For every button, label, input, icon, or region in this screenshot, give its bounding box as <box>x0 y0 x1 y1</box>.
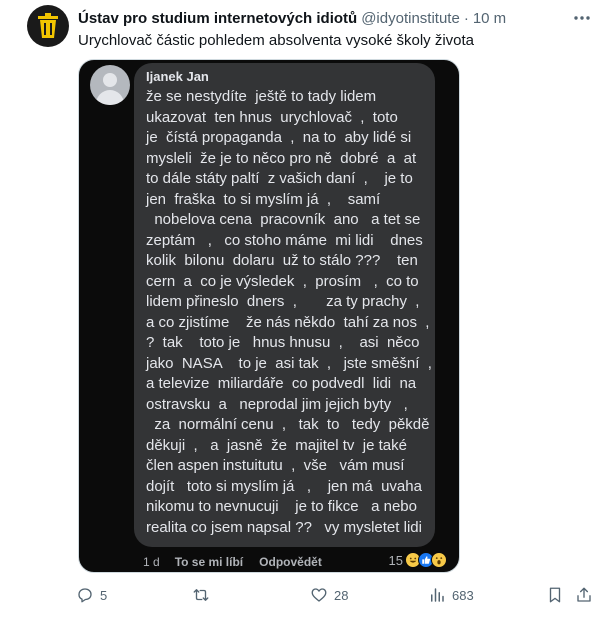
commenter-name: Ijanek Jan <box>146 69 209 84</box>
comment-line: jen fraška to si myslím já , samí <box>146 190 381 208</box>
retweet-button[interactable] <box>192 586 216 604</box>
comment-line: lidem přineslo dners , za ty prachy , <box>146 293 420 310</box>
bookmark-icon <box>549 587 561 603</box>
comment-line: realita co jsem napsal ?? vy mysletet li… <box>146 518 422 536</box>
avatar-body-shape <box>96 90 124 105</box>
author-name[interactable]: Ústav pro studium internetových idiotů <box>78 10 357 27</box>
comment-line: dojít toto si myslím já , jen má uvaha <box>146 477 422 495</box>
view-count: 683 <box>452 587 474 603</box>
more-options-button[interactable] <box>572 8 592 28</box>
comment-line: to dále státy paltí z vašich daní , je t… <box>146 170 413 187</box>
trash-bin-logo-icon <box>38 13 58 38</box>
comment-actions: 1 d To se mi líbí Odpovědět 15 <box>143 552 453 572</box>
wow-reaction-icon <box>431 552 447 568</box>
comment-line: cern a co je výsledek , prosím , co to <box>146 272 419 290</box>
comment-line: jako NASA to je asi tak , jste směšní , <box>146 354 432 372</box>
comment-line: ostravsku a neprodal jim jejich byty , <box>146 395 408 413</box>
comment-text: že se nestydíte ještě to tady lidem ukazo… <box>146 87 432 538</box>
comment-line: mysleli že je to něco pro ně dobré a at <box>146 149 417 167</box>
comment-line: a televize miliardáře co podvedl lidi na <box>146 375 417 392</box>
more-dots-icon <box>574 16 590 20</box>
comment-line: že se nestydíte ještě to tady lidem <box>146 88 377 105</box>
comment-time: 1 d <box>143 555 160 569</box>
bookmark-button[interactable] <box>546 586 564 604</box>
like-button[interactable]: 28 <box>310 586 348 604</box>
reply-button[interactable]: 5 <box>76 586 107 604</box>
share-icon <box>577 587 591 602</box>
engagement-bar: 5 28 683 <box>72 584 596 606</box>
reaction-summary: 15 <box>389 552 447 568</box>
comment-line: a co zjistíme že nás někdo tahí za nos , <box>146 313 430 331</box>
comment-line: člen aspen instuitutu , vše vám musí <box>146 457 405 474</box>
tweet: Ústav pro studium internetových idiotů @… <box>0 0 606 622</box>
comment-line: je čístá propaganda , na to aby lidé si <box>146 129 412 146</box>
comment-line: nobelova cena pracovník ano a tet se <box>146 211 421 228</box>
avatar-head-shape <box>103 73 117 87</box>
post-time[interactable]: 10 m <box>473 10 506 27</box>
heart-icon <box>311 588 327 602</box>
commenter-avatar <box>90 65 130 105</box>
comment-line: za normální cenu , tak to tedy pěkdě <box>146 416 430 433</box>
share-button[interactable] <box>575 586 593 604</box>
bar-chart-icon <box>431 588 444 602</box>
reaction-count: 15 <box>388 552 403 568</box>
like-count: 28 <box>334 587 349 603</box>
comment-line: zeptám , co stoho máme mi lidi dnes <box>146 231 423 249</box>
comment-bubble: Ijanek Jan že se nestydíte ještě to tady… <box>134 63 435 547</box>
reply-icon <box>78 588 92 603</box>
comment-reply-link: Odpovědět <box>259 555 322 569</box>
author-avatar[interactable] <box>27 5 69 47</box>
separator-dot: · <box>463 9 469 27</box>
attached-image[interactable]: Ijanek Jan že se nestydíte ještě to tady… <box>78 59 460 573</box>
comment-line: děkuji , a jasně že majitel tv je také <box>146 436 407 454</box>
tweet-text: Urychlovač částic pohledem absolventa vy… <box>78 32 475 49</box>
comment-line: ? tak toto je hnus hnusu , asi něco <box>146 334 420 351</box>
comment-line: ukazovat ten hnus urychlovač , toto <box>146 108 398 126</box>
author-handle[interactable]: @idyotinstitute <box>361 10 460 27</box>
retweet-icon <box>193 589 209 601</box>
comment-line: kolik bilonu dolaru už to stálo ??? ten <box>146 252 418 269</box>
views-button[interactable]: 683 <box>428 586 474 604</box>
comment-like-link: To se mi líbí <box>174 555 244 569</box>
tweet-header: Ústav pro studium internetových idiotů @… <box>78 8 596 28</box>
comment-line: nikomu to nevnucuji je to fikce a nebo <box>146 498 417 515</box>
reply-count: 5 <box>100 587 108 603</box>
